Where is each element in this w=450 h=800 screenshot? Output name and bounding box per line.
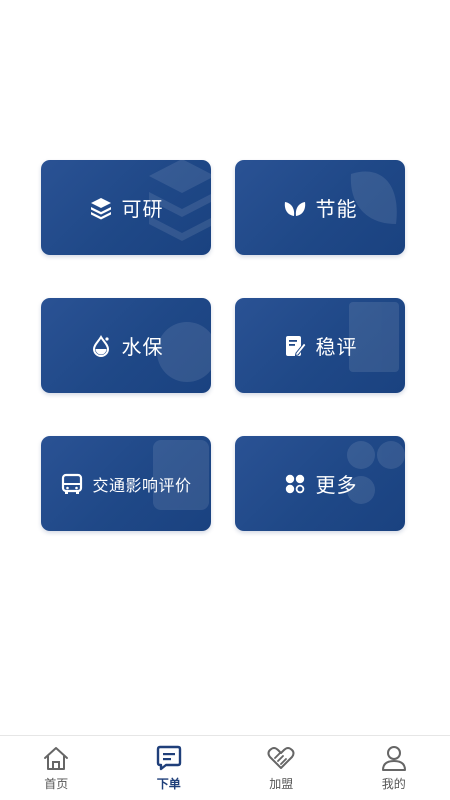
card-energy-saving[interactable]: 节能 xyxy=(235,160,405,255)
card-label: 稳评 xyxy=(315,335,358,359)
tab-home[interactable]: 首页 xyxy=(0,736,113,800)
tab-label: 下单 xyxy=(156,777,181,791)
order-icon xyxy=(154,744,184,772)
card-more[interactable]: 更多 xyxy=(235,436,405,531)
tab-order[interactable]: 下单 xyxy=(113,736,226,800)
tab-label: 加盟 xyxy=(269,777,294,791)
tab-join[interactable]: 加盟 xyxy=(225,736,338,800)
more-apps-icon xyxy=(283,472,307,496)
card-label: 可研 xyxy=(121,197,164,221)
bus-icon xyxy=(60,472,84,496)
document-edit-icon xyxy=(283,334,307,358)
card-feasibility[interactable]: 可研 xyxy=(41,160,211,255)
leaf-icon xyxy=(283,196,307,220)
card-water-conservation[interactable]: 水保 xyxy=(41,298,211,393)
handshake-icon xyxy=(266,744,296,772)
card-label: 更多 xyxy=(315,473,358,497)
user-icon xyxy=(379,744,409,772)
card-label: 交通影响评价 xyxy=(92,475,192,495)
water-drop-icon xyxy=(89,334,113,358)
bottom-tab-bar: 首页 下单 加盟 我的 xyxy=(0,735,450,800)
layers-icon xyxy=(89,196,113,220)
home-icon xyxy=(41,744,71,772)
service-grid: 可研 节能 水保 稳评 交通影响评价 更多 xyxy=(41,160,405,531)
card-traffic-impact[interactable]: 交通影响评价 xyxy=(41,436,211,531)
tab-label: 首页 xyxy=(44,777,69,791)
tab-label: 我的 xyxy=(381,777,406,791)
tab-profile[interactable]: 我的 xyxy=(338,736,450,800)
card-label: 水保 xyxy=(121,335,164,359)
card-stability-assessment[interactable]: 稳评 xyxy=(235,298,405,393)
card-label: 节能 xyxy=(315,197,358,221)
